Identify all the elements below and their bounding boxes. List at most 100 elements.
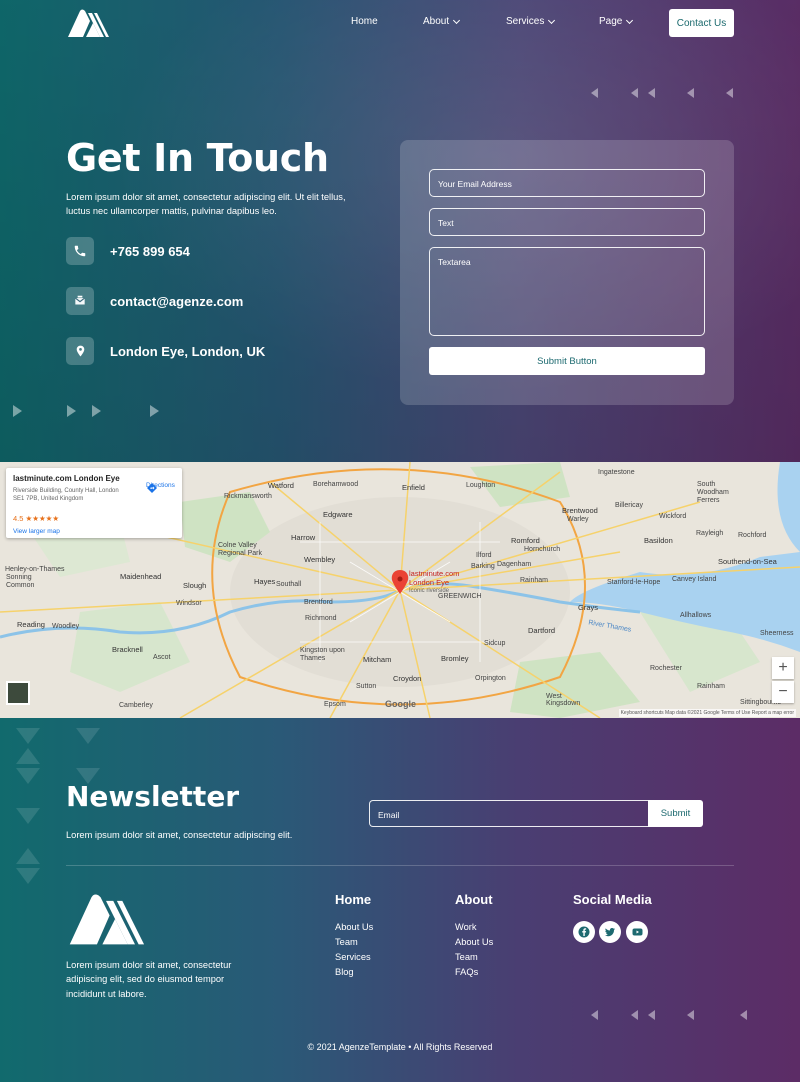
- textarea-input[interactable]: Textarea: [429, 247, 705, 336]
- zoom-out-button[interactable]: −: [772, 681, 794, 703]
- text-input[interactable]: Text: [429, 208, 705, 236]
- newsletter-description: Lorem ipsum dolor sit amet, consectetur …: [66, 830, 293, 840]
- nav-about[interactable]: About: [423, 16, 461, 27]
- contact-form: Your Email Address Text Textarea Submit …: [400, 140, 734, 405]
- footer-link[interactable]: FAQs: [455, 967, 478, 977]
- footer-description: Lorem ipsum dolor sit amet, consectetur …: [66, 960, 232, 999]
- decorative-triangle: [726, 88, 733, 98]
- decorative-triangle: [648, 88, 655, 98]
- place-rating: 4.5 ★★★★★: [13, 514, 60, 523]
- map-attribution[interactable]: Keyboard shortcuts Map data ©2021 Google…: [618, 709, 796, 717]
- map-place-label: Colne Valley Regional Park: [218, 542, 262, 557]
- map-place-label: Allhallows: [680, 612, 712, 619]
- map-place-label: Barking: [471, 563, 495, 570]
- pin-title: lastminute.com London Eye: [409, 569, 460, 587]
- footer-link[interactable]: Blog: [335, 967, 354, 977]
- decorative-triangle: [591, 88, 598, 98]
- contact-phone: +765 899 654: [66, 237, 190, 265]
- youtube-icon[interactable]: [626, 921, 648, 943]
- submit-button[interactable]: Submit Button: [429, 347, 705, 375]
- map-place-label: Dagenham: [497, 561, 532, 568]
- email-address[interactable]: contact@agenze.com: [110, 294, 243, 309]
- map-place-label: Canvey Island: [672, 576, 717, 583]
- map-place-label: Southall: [276, 581, 302, 588]
- map-place-label: Rochester: [650, 665, 682, 672]
- twitter-icon[interactable]: [599, 921, 621, 943]
- decorative-triangle: [631, 1010, 638, 1020]
- map-place-label: West Kingsdown: [546, 693, 581, 707]
- map-place-label: Rochford: [738, 532, 767, 539]
- decorative-triangle: [76, 728, 100, 744]
- directions-button[interactable]: Directions: [146, 482, 175, 493]
- map-place-label: Billericay: [615, 502, 644, 509]
- footer-link[interactable]: Services: [335, 952, 371, 962]
- place-name: lastminute.com London Eye: [13, 474, 120, 483]
- nav-home[interactable]: Home: [351, 16, 378, 27]
- map-place-label: Bromley: [441, 654, 469, 663]
- brand-logo[interactable]: [66, 7, 110, 39]
- decorative-triangle: [16, 748, 40, 764]
- contact-us-button[interactable]: Contact Us: [669, 9, 734, 37]
- phone-number[interactable]: +765 899 654: [110, 244, 190, 259]
- map-place-label: Enfield: [402, 483, 425, 492]
- footer-link[interactable]: About Us: [335, 922, 373, 932]
- map-place-label: South Woodham Ferrers: [697, 481, 729, 504]
- footer-logo[interactable]: [66, 890, 146, 948]
- map-place-label: Watford: [268, 481, 294, 490]
- decorative-triangle: [67, 405, 76, 417]
- nav-page[interactable]: Page: [599, 16, 634, 27]
- envelope-icon: [66, 287, 94, 315]
- footer-link[interactable]: Team: [455, 952, 478, 962]
- contact-location: London Eye, London, UK: [66, 337, 265, 365]
- directions-icon: [147, 483, 157, 493]
- map-place-label: Stanford-le-Hope: [607, 579, 661, 586]
- map-place-label: Sheerness: [760, 630, 794, 637]
- place-address: Riverside Building, County Hall, London …: [13, 488, 119, 502]
- map-place-label: Slough: [183, 581, 207, 590]
- nav-services[interactable]: Services: [506, 16, 556, 27]
- hero-description: Lorem ipsum dolor sit amet, consectetur …: [66, 192, 346, 216]
- map-place-label: Orpington: [475, 675, 506, 682]
- map-place-label: Ingatestone: [598, 469, 635, 476]
- phone-icon: [66, 237, 94, 265]
- map-pin-label[interactable]: lastminute.com London Eye Iconic riversi…: [409, 569, 469, 596]
- map-place-label: Kingston upon Thames: [300, 647, 345, 662]
- map-place-label: Brentwood: [562, 506, 598, 515]
- map-embed[interactable]: Watford Enfield Loughton Ingatestone Edg…: [0, 462, 800, 718]
- footer-link[interactable]: About Us: [455, 937, 493, 947]
- decorative-triangle: [150, 405, 159, 417]
- newsletter-submit-button[interactable]: Submit: [648, 800, 703, 827]
- zoom-in-button[interactable]: +: [772, 657, 794, 679]
- hero-section: Home About Services Page Contact Us Get …: [0, 0, 800, 462]
- map-place-label: Wembley: [304, 555, 336, 564]
- footer-social-title: Social Media: [573, 892, 652, 907]
- newsletter-email-input[interactable]: Email: [369, 800, 649, 827]
- pin-subtitle: Iconic riverside: [409, 588, 450, 594]
- map-place-label: Sonning Common: [6, 574, 35, 589]
- map-place-label: Borehamwood: [313, 481, 359, 488]
- satellite-toggle[interactable]: [6, 681, 30, 705]
- google-logo: Google: [385, 699, 416, 709]
- decorative-triangle: [631, 88, 638, 98]
- chevron-down-icon: [453, 16, 461, 24]
- map-place-label: Basildon: [644, 536, 673, 545]
- email-input[interactable]: Your Email Address: [429, 169, 705, 197]
- decorative-triangle: [740, 1010, 747, 1020]
- map-place-label: Rainham: [697, 683, 726, 690]
- map-place-label: Brentford: [304, 599, 333, 606]
- decorative-triangle: [16, 868, 40, 884]
- footer-link[interactable]: Work: [455, 922, 477, 932]
- facebook-icon[interactable]: [573, 921, 595, 943]
- decorative-triangle: [16, 808, 40, 824]
- map-place-label: Rainham: [520, 577, 549, 584]
- decorative-triangle: [687, 88, 694, 98]
- map-place-card: lastminute.com London Eye Riverside Buil…: [6, 468, 182, 538]
- map-place-label: Henley-on-Thames: [5, 566, 65, 573]
- decorative-triangle: [687, 1010, 694, 1020]
- footer-link[interactable]: Team: [335, 937, 358, 947]
- minus-icon: −: [778, 683, 788, 700]
- map-place-label: Warley: [567, 516, 589, 523]
- footer-col-home-title: Home: [335, 892, 372, 907]
- view-larger-map-link[interactable]: View larger map: [13, 528, 60, 535]
- map-place-label: Sutton: [356, 683, 377, 690]
